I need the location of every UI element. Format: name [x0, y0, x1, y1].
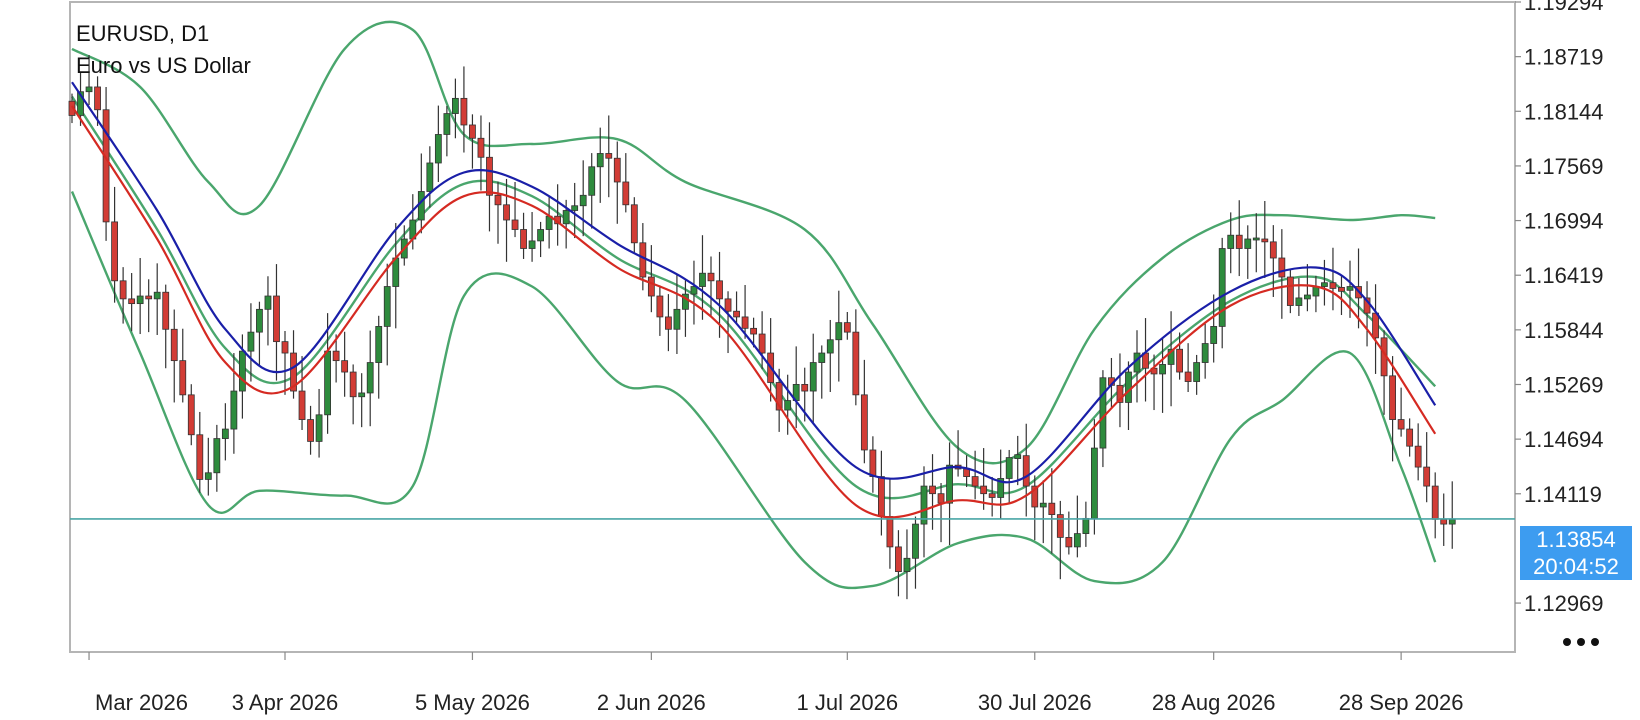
- price-tick-label: 1.18719: [1524, 45, 1604, 70]
- price-tick-label: 1.15269: [1524, 372, 1604, 397]
- price-tick-label: 1.14694: [1524, 427, 1604, 452]
- time-tick-label: Mar 2026: [95, 690, 188, 715]
- candlestick-chart[interactable]: 1.19294 1.18719 1.18144 1.17569 1.16994 1.164…: [0, 0, 1640, 720]
- time-axis: Mar 2026 3 Apr 2026 5 May 2026 2 Jun 2026 1 …: [88, 652, 1464, 715]
- time-tick-label: 28 Sep 2026: [1339, 690, 1464, 715]
- time-tick-label: 3 Apr 2026: [232, 690, 338, 715]
- time-tick-label: 28 Aug 2026: [1152, 690, 1276, 715]
- time-tick-label: 5 May 2026: [415, 690, 530, 715]
- time-tick-label: 1 Jul 2026: [797, 690, 899, 715]
- current-price-value: 1.13854: [1536, 527, 1616, 552]
- symbol-timeframe-label: EURUSD, D1: [76, 21, 210, 46]
- price-tick-label: 1.12969: [1524, 591, 1604, 616]
- chart-title: EURUSD, D1 Euro vs US Dollar: [76, 18, 251, 82]
- price-axis: 1.19294 1.18719 1.18144 1.17569 1.16994 1.164…: [1515, 0, 1604, 616]
- plot-area-border: [69, 1, 1516, 653]
- time-tick-label: 2 Jun 2026: [597, 690, 706, 715]
- time-tick-label: 30 Jul 2026: [978, 690, 1092, 715]
- price-tick-label: 1.16419: [1524, 263, 1604, 288]
- price-tick-label: 1.15844: [1524, 318, 1604, 343]
- instrument-name-label: Euro vs US Dollar: [76, 53, 251, 78]
- more-dots-icon[interactable]: [1560, 632, 1608, 652]
- price-tick-label: 1.16994: [1524, 209, 1604, 234]
- price-tick-label: 1.18144: [1524, 99, 1604, 124]
- current-price-box: 1.13854 20:04:52: [1520, 526, 1632, 580]
- price-tick-label: 1.19294: [1524, 0, 1604, 15]
- candle: [102, 86, 110, 241]
- bar-countdown: 20:04:52: [1533, 554, 1619, 579]
- price-tick-label: 1.14119: [1524, 482, 1602, 507]
- price-tick-label: 1.17569: [1524, 154, 1604, 179]
